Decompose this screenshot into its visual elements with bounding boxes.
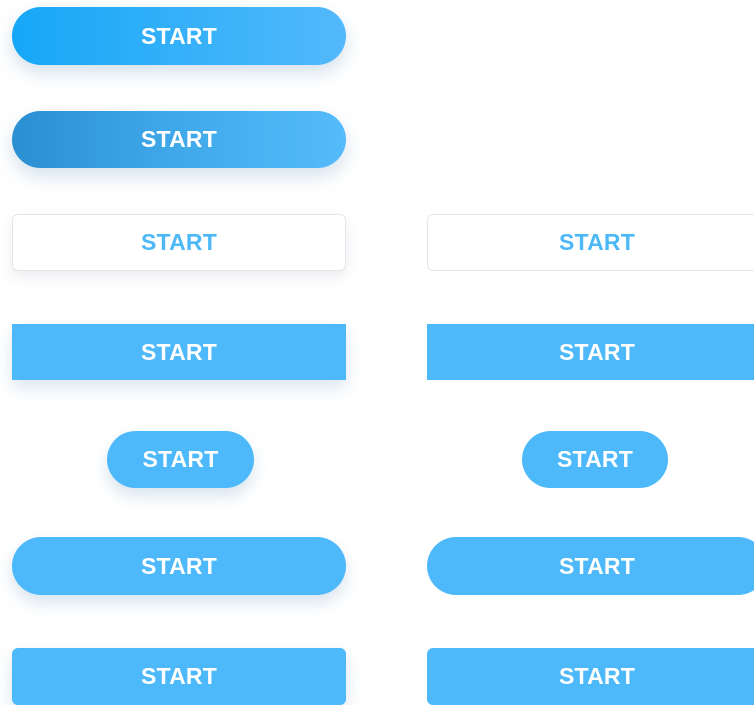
gradient-pill-pressed-start-button[interactable]: START (12, 111, 346, 168)
square-flat-start-button[interactable]: START (427, 324, 754, 380)
outline-flat-start-button[interactable]: START (427, 214, 754, 271)
square-shadow-start-button[interactable]: START (12, 324, 346, 380)
small-pill-shadow-start-button[interactable]: START (107, 431, 254, 488)
rounded-shadow-start-button[interactable]: START (12, 648, 346, 705)
small-pill-flat-start-button[interactable]: START (522, 431, 668, 488)
pill-shadow-start-button[interactable]: START (12, 537, 346, 595)
gradient-pill-start-button[interactable]: START (12, 7, 346, 65)
rounded-flat-start-button[interactable]: START (427, 648, 754, 705)
outline-shadow-start-button[interactable]: START (12, 214, 346, 271)
pill-flat-start-button[interactable]: START (427, 537, 754, 595)
